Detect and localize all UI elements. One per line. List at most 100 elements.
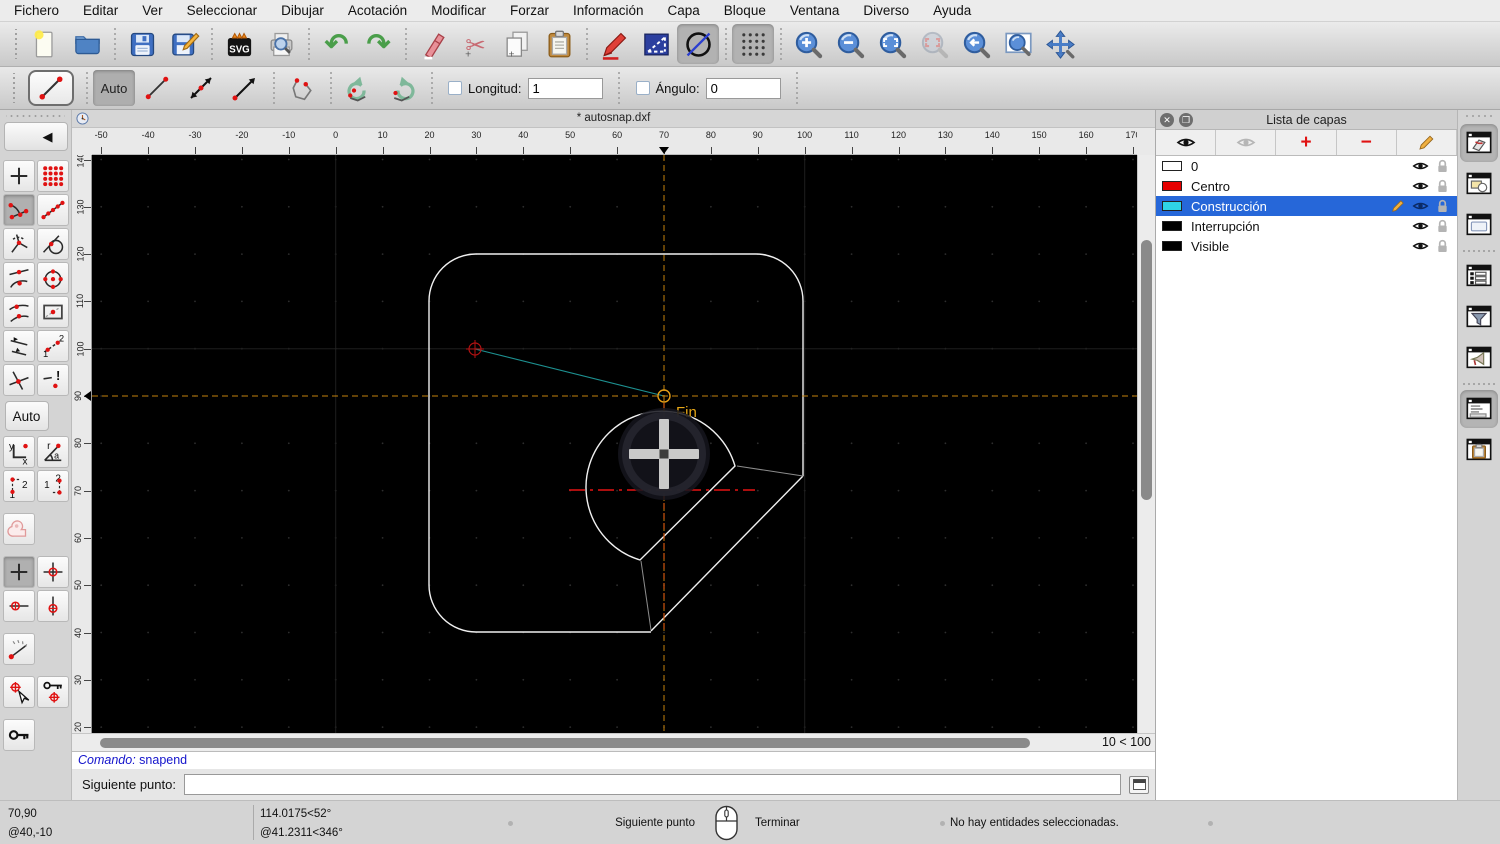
dock-layer-list-button[interactable]: [1460, 124, 1498, 162]
layer-visibility-icon[interactable]: [1409, 220, 1431, 232]
snap-toolbar-handle[interactable]: [6, 112, 65, 120]
grid-toggle-button[interactable]: [732, 24, 774, 64]
snap-quadrant-button[interactable]: [36, 262, 69, 294]
zoom-auto-button[interactable]: [871, 24, 913, 64]
draw-pen-button[interactable]: [593, 24, 635, 64]
restrict-free-button[interactable]: [2, 556, 35, 588]
remove-layer-button[interactable]: −: [1337, 130, 1397, 155]
order-points-b-button[interactable]: 12: [36, 470, 69, 502]
dock-entity-list-button[interactable]: [1460, 257, 1498, 295]
save-as-button[interactable]: [163, 24, 205, 64]
snap-endpoint-button[interactable]: [2, 194, 35, 226]
toolbar-drag-handle[interactable]: [10, 73, 18, 103]
cut-button[interactable]: ✂ +: [454, 24, 496, 64]
set-relative-zero-button[interactable]: [2, 676, 35, 708]
construction-mode-button[interactable]: [677, 24, 719, 64]
layer-row-interrupcion[interactable]: Interrupción: [1156, 216, 1457, 236]
line-bidirectional-button[interactable]: [179, 70, 223, 106]
unlock-relative-zero-button[interactable]: [2, 719, 35, 751]
edit-layer-button[interactable]: [1397, 130, 1458, 155]
dock-block-list-button[interactable]: [1460, 165, 1498, 203]
layer-row-construccion[interactable]: Construcción: [1156, 196, 1457, 216]
vertical-scrollbar[interactable]: [1137, 155, 1155, 733]
snap-intersection-manual-button[interactable]: !: [36, 364, 69, 396]
coordinate-cartesian-button[interactable]: yx: [2, 436, 35, 468]
open-file-button[interactable]: [66, 24, 108, 64]
layer-row-centro[interactable]: Centro: [1156, 176, 1457, 196]
layer-visibility-icon[interactable]: [1409, 180, 1431, 192]
coordinate-polar-button[interactable]: ra: [36, 436, 69, 468]
longitud-checkbox[interactable]: [448, 81, 462, 95]
drawing-canvas[interactable]: Fin: [92, 155, 1137, 733]
longitud-input[interactable]: [527, 77, 603, 99]
layer-row-0[interactable]: 0: [1156, 156, 1457, 176]
menu-diverso[interactable]: Diverso: [863, 3, 909, 18]
layer-lock-icon[interactable]: [1431, 199, 1453, 213]
snap-reference-button[interactable]: [36, 296, 69, 328]
line-auto-button[interactable]: Auto: [93, 70, 135, 106]
lock-relative-zero-button[interactable]: [36, 676, 69, 708]
dock-command-widget-button[interactable]: [1460, 390, 1498, 428]
menu-ver[interactable]: Ver: [142, 3, 162, 18]
layer-lock-icon[interactable]: [1431, 219, 1453, 233]
copy-button[interactable]: +: [496, 24, 538, 64]
menu-editar[interactable]: Editar: [83, 3, 118, 18]
layer-visibility-icon[interactable]: [1409, 160, 1431, 172]
snap-auto-button[interactable]: Auto: [4, 401, 49, 431]
menu-ayuda[interactable]: Ayuda: [933, 3, 971, 18]
menu-forzar[interactable]: Forzar: [510, 3, 549, 18]
document-titlebar[interactable]: * autosnap.dxf: [72, 110, 1155, 128]
dock-library-browser-button[interactable]: [1460, 206, 1498, 244]
redo-button[interactable]: ↷: [357, 24, 399, 64]
dock-handle[interactable]: [1466, 112, 1492, 120]
menu-bloque[interactable]: Bloque: [724, 3, 766, 18]
restrict-orthogonal-button[interactable]: [36, 556, 69, 588]
angulo-input[interactable]: [705, 77, 781, 99]
layer-lock-icon[interactable]: [1431, 179, 1453, 193]
snap-distance-button[interactable]: 12: [36, 330, 69, 362]
undo-segment-button[interactable]: [337, 70, 381, 106]
menu-informacion[interactable]: Información: [573, 3, 644, 18]
vertical-scrollbar-thumb[interactable]: [1141, 240, 1152, 500]
show-all-layers-button[interactable]: [1156, 130, 1217, 155]
angulo-checkbox[interactable]: [635, 81, 650, 95]
add-layer-button[interactable]: +: [1276, 130, 1337, 155]
zoom-window-button[interactable]: [997, 24, 1039, 64]
restrict-vertical-button[interactable]: [36, 590, 69, 622]
layer-row-visible[interactable]: Visible: [1156, 236, 1457, 256]
polyline-close-button[interactable]: [280, 70, 324, 106]
command-options-button[interactable]: [1129, 775, 1149, 794]
hide-all-layers-button[interactable]: [1216, 130, 1277, 155]
layer-lock-icon[interactable]: [1431, 159, 1453, 173]
menu-ventana[interactable]: Ventana: [790, 3, 840, 18]
line-ray-button[interactable]: [223, 70, 267, 106]
menu-dibujar[interactable]: Dibujar: [281, 3, 324, 18]
snap-orthogonal-button[interactable]: [2, 330, 35, 362]
zoom-pan-button[interactable]: [1039, 24, 1081, 64]
restrict-nothing-shape-button[interactable]: [2, 513, 35, 545]
menu-modificar[interactable]: Modificar: [431, 3, 486, 18]
restrict-horizontal-button[interactable]: [2, 590, 35, 622]
ortho-mode-button[interactable]: [635, 24, 677, 64]
dock-clipboard-button[interactable]: [1460, 431, 1498, 469]
snap-free-button[interactable]: [2, 160, 35, 192]
zoom-previous-button[interactable]: [955, 24, 997, 64]
snap-tangent-button[interactable]: [36, 228, 69, 260]
layer-lock-icon[interactable]: [1431, 239, 1453, 253]
zoom-out-button[interactable]: [829, 24, 871, 64]
snap-nearest-button[interactable]: [2, 296, 35, 328]
layer-visibility-icon[interactable]: [1409, 200, 1431, 212]
print-preview-button[interactable]: [260, 24, 302, 64]
line-two-points-button[interactable]: [135, 70, 179, 106]
save-button[interactable]: [121, 24, 163, 64]
horizontal-scrollbar-thumb[interactable]: [100, 738, 1030, 748]
redo-segment-button[interactable]: [381, 70, 425, 106]
export-svg-button[interactable]: SVG: [218, 24, 260, 64]
menu-seleccionar[interactable]: Seleccionar: [187, 3, 258, 18]
snap-back-button[interactable]: ◀: [3, 122, 68, 151]
menu-fichero[interactable]: Fichero: [14, 3, 59, 18]
current-tool-line-button[interactable]: [28, 70, 74, 106]
snap-angle-button[interactable]: [2, 633, 35, 665]
undo-button[interactable]: ↶: [315, 24, 357, 64]
snap-center-button[interactable]: [2, 228, 35, 260]
